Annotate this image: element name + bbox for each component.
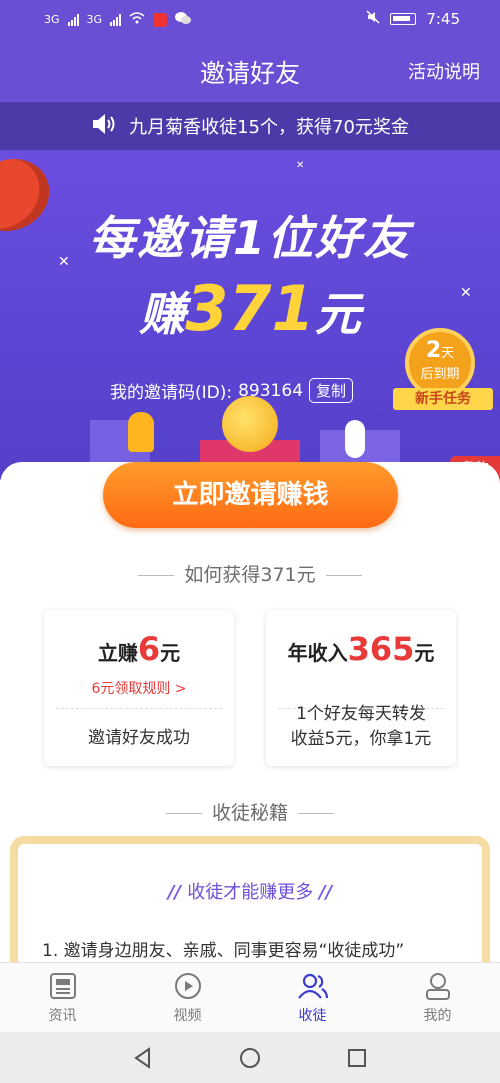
status-left: 3G 3G bbox=[44, 11, 192, 28]
battery-icon bbox=[390, 13, 417, 25]
status-time: 7:45 bbox=[426, 10, 460, 28]
invite-code-label: 我的邀请码(ID): bbox=[110, 383, 233, 403]
activity-rules-link[interactable]: 活动说明 bbox=[408, 58, 480, 84]
badge-days-unit: 天 bbox=[441, 346, 455, 361]
nav-item-profile[interactable]: 我的 bbox=[375, 963, 500, 1032]
headline-earn-suffix: 元 bbox=[314, 287, 361, 341]
notice-text: 九月菊香收徒15个，获得70元奖金 bbox=[129, 117, 409, 138]
copy-code-button[interactable]: 复制 bbox=[309, 378, 354, 403]
card-annual-amount: 365 bbox=[347, 630, 415, 668]
secrets-box: // 收徒才能赚更多 // 1. 邀请身边朋友、亲戚、同事更容易“收徒成功” bbox=[10, 836, 490, 976]
news-icon bbox=[49, 973, 76, 999]
status-bar: 3G 3G 7:45 bbox=[0, 0, 500, 40]
person-figure-right bbox=[345, 420, 365, 458]
nav-item-apprentice[interactable]: 收徒 bbox=[250, 963, 375, 1032]
how-to-title: 如何获得371元 bbox=[184, 564, 316, 586]
wechat-icon bbox=[175, 11, 192, 28]
badge-days-num: 2 bbox=[425, 338, 442, 363]
card-divider bbox=[56, 708, 222, 709]
secrets-box-title: 收徒才能赚更多 bbox=[187, 882, 314, 903]
mute-icon bbox=[366, 10, 380, 28]
slash-decoration-icon: // bbox=[319, 882, 333, 903]
badge-ribbon: 新手任务 bbox=[393, 388, 493, 410]
headline-amount: 371 bbox=[185, 272, 315, 345]
card-annual-suffix: 元 bbox=[414, 641, 435, 665]
home-icon[interactable] bbox=[238, 1046, 262, 1070]
card-instant-amount: 6 bbox=[137, 630, 161, 668]
signal-icon bbox=[67, 13, 79, 26]
card-instant-title: 立赚6元 bbox=[44, 630, 234, 668]
bottom-nav: 资讯 视频 收徒 我的 bbox=[0, 962, 500, 1032]
notification-app-icon bbox=[153, 12, 168, 27]
wifi-icon bbox=[129, 12, 145, 27]
signal-icon-2 bbox=[110, 13, 122, 26]
reward-rules-link[interactable]: 6元领取规则 > bbox=[44, 678, 234, 698]
divider bbox=[138, 575, 175, 576]
slash-decoration-icon: // bbox=[167, 882, 188, 903]
network-label-2: 3G bbox=[86, 13, 103, 26]
invite-earn-button[interactable]: 立即邀请赚钱 bbox=[103, 462, 398, 528]
profile-icon bbox=[425, 973, 450, 1000]
network-label-1: 3G bbox=[44, 13, 60, 26]
secrets-box-title-row: // 收徒才能赚更多 // bbox=[18, 878, 482, 904]
card-annual-desc-line2: 收益5元，你拿1元 bbox=[290, 729, 432, 749]
title-bar: 邀请好友 活动说明 bbox=[0, 40, 500, 102]
badge-expire-text: 后到期 bbox=[420, 367, 460, 382]
nav-label-video: 视频 bbox=[173, 1008, 202, 1024]
secrets-item-1: 1. 邀请身边朋友、亲戚、同事更容易“收徒成功” bbox=[42, 941, 405, 961]
divider bbox=[298, 813, 334, 814]
card-instant-suffix: 元 bbox=[160, 641, 181, 665]
headline-earn-prefix: 赚 bbox=[139, 287, 186, 341]
newbie-task-badge[interactable]: 2天 后到期 新手任务 bbox=[393, 328, 495, 418]
divider bbox=[325, 575, 362, 576]
video-icon bbox=[174, 973, 201, 999]
recents-icon[interactable] bbox=[345, 1046, 369, 1070]
nav-label-apprentice: 收徒 bbox=[298, 1008, 327, 1024]
hero-banner: ✕ ✕ ✕ 每邀请1位好友 赚371元 我的邀请码(ID): 893164 复制… bbox=[0, 150, 500, 480]
secrets-heading: 收徒秘籍 bbox=[0, 798, 500, 825]
gold-coin-icon bbox=[222, 396, 278, 452]
nav-item-video[interactable]: 视频 bbox=[125, 963, 250, 1032]
how-to-heading: 如何获得371元 bbox=[0, 560, 500, 587]
divider bbox=[165, 813, 202, 814]
reward-card-annual: 年收入365元 1个好友每天转发 收益5元，你拿1元 bbox=[266, 610, 456, 766]
card-annual-prefix: 年收入 bbox=[287, 641, 348, 665]
badge-days: 2天 bbox=[409, 338, 471, 363]
sparkle-icon: ✕ bbox=[296, 160, 305, 171]
card-annual-desc-line1: 1个好友每天转发 bbox=[296, 704, 426, 724]
apprentice-icon bbox=[297, 973, 328, 999]
card-instant-desc: 邀请好友成功 bbox=[88, 728, 190, 748]
status-right: 7:45 bbox=[366, 10, 460, 28]
nav-item-news[interactable]: 资讯 bbox=[0, 963, 125, 1032]
card-annual-desc: 1个好友每天转发 收益5元，你拿1元 bbox=[266, 702, 456, 752]
nav-label-news: 资讯 bbox=[48, 1008, 77, 1024]
card-annual-title: 年收入365元 bbox=[266, 630, 456, 668]
headline-line1: 每邀请1位好友 bbox=[88, 211, 411, 265]
back-icon[interactable] bbox=[131, 1046, 155, 1070]
secrets-title: 收徒秘籍 bbox=[211, 802, 288, 824]
invite-code-row: 我的邀请码(ID): 893164 复制 bbox=[110, 378, 354, 403]
notice-banner: 九月菊香收徒15个，获得70元奖金 bbox=[0, 102, 500, 150]
person-figure-left bbox=[128, 412, 154, 452]
system-nav-bar bbox=[0, 1032, 500, 1083]
reward-card-instant: 立赚6元 6元领取规则 > 邀请好友成功 bbox=[44, 610, 234, 766]
speaker-icon bbox=[91, 112, 117, 141]
nav-label-profile: 我的 bbox=[423, 1008, 452, 1024]
card-instant-prefix: 立赚 bbox=[97, 641, 138, 665]
